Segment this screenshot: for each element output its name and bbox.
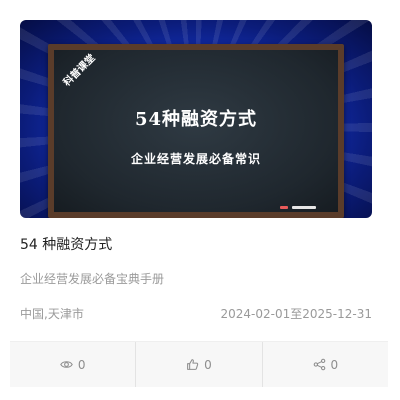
card-stats-bar: 0 0 0: [10, 341, 388, 387]
red-chalk: [280, 206, 288, 209]
cover-ribbon-text: 科普课堂: [61, 52, 98, 89]
thumbs-up-icon: [187, 359, 199, 370]
white-chalk: [292, 206, 316, 209]
chalkboard-frame: 科普课堂 54种融资方式 企业经营发展必备常识: [48, 44, 344, 218]
eye-icon: [60, 361, 73, 368]
likes-count: 0: [204, 357, 212, 372]
shares-count: 0: [330, 357, 339, 372]
views-count: 0: [77, 357, 86, 372]
shares-stat[interactable]: 0: [261, 342, 388, 387]
cover-title: 54种融资方式: [134, 109, 258, 130]
cover-image[interactable]: 科普课堂 54种融资方式 企业经营发展必备常识: [20, 20, 372, 218]
views-stat[interactable]: 0: [10, 342, 135, 387]
card-location: 中国,天津市: [20, 307, 84, 321]
share-icon: [313, 358, 325, 371]
card-date-range: 2024-02-01至2025-12-31: [220, 307, 372, 321]
content-card[interactable]: 科普课堂 54种融资方式 企业经营发展必备常识 54 种融资方式 企业经营发展必…: [0, 0, 400, 400]
cover-subtitle: 企业经营发展必备常识: [130, 152, 261, 166]
likes-stat[interactable]: 0: [135, 342, 261, 387]
card-description: 企业经营发展必备宝典手册: [20, 272, 165, 286]
chalkboard: 科普课堂 54种融资方式 企业经营发展必备常识: [54, 50, 338, 212]
card-title[interactable]: 54 种融资方式: [20, 234, 112, 254]
